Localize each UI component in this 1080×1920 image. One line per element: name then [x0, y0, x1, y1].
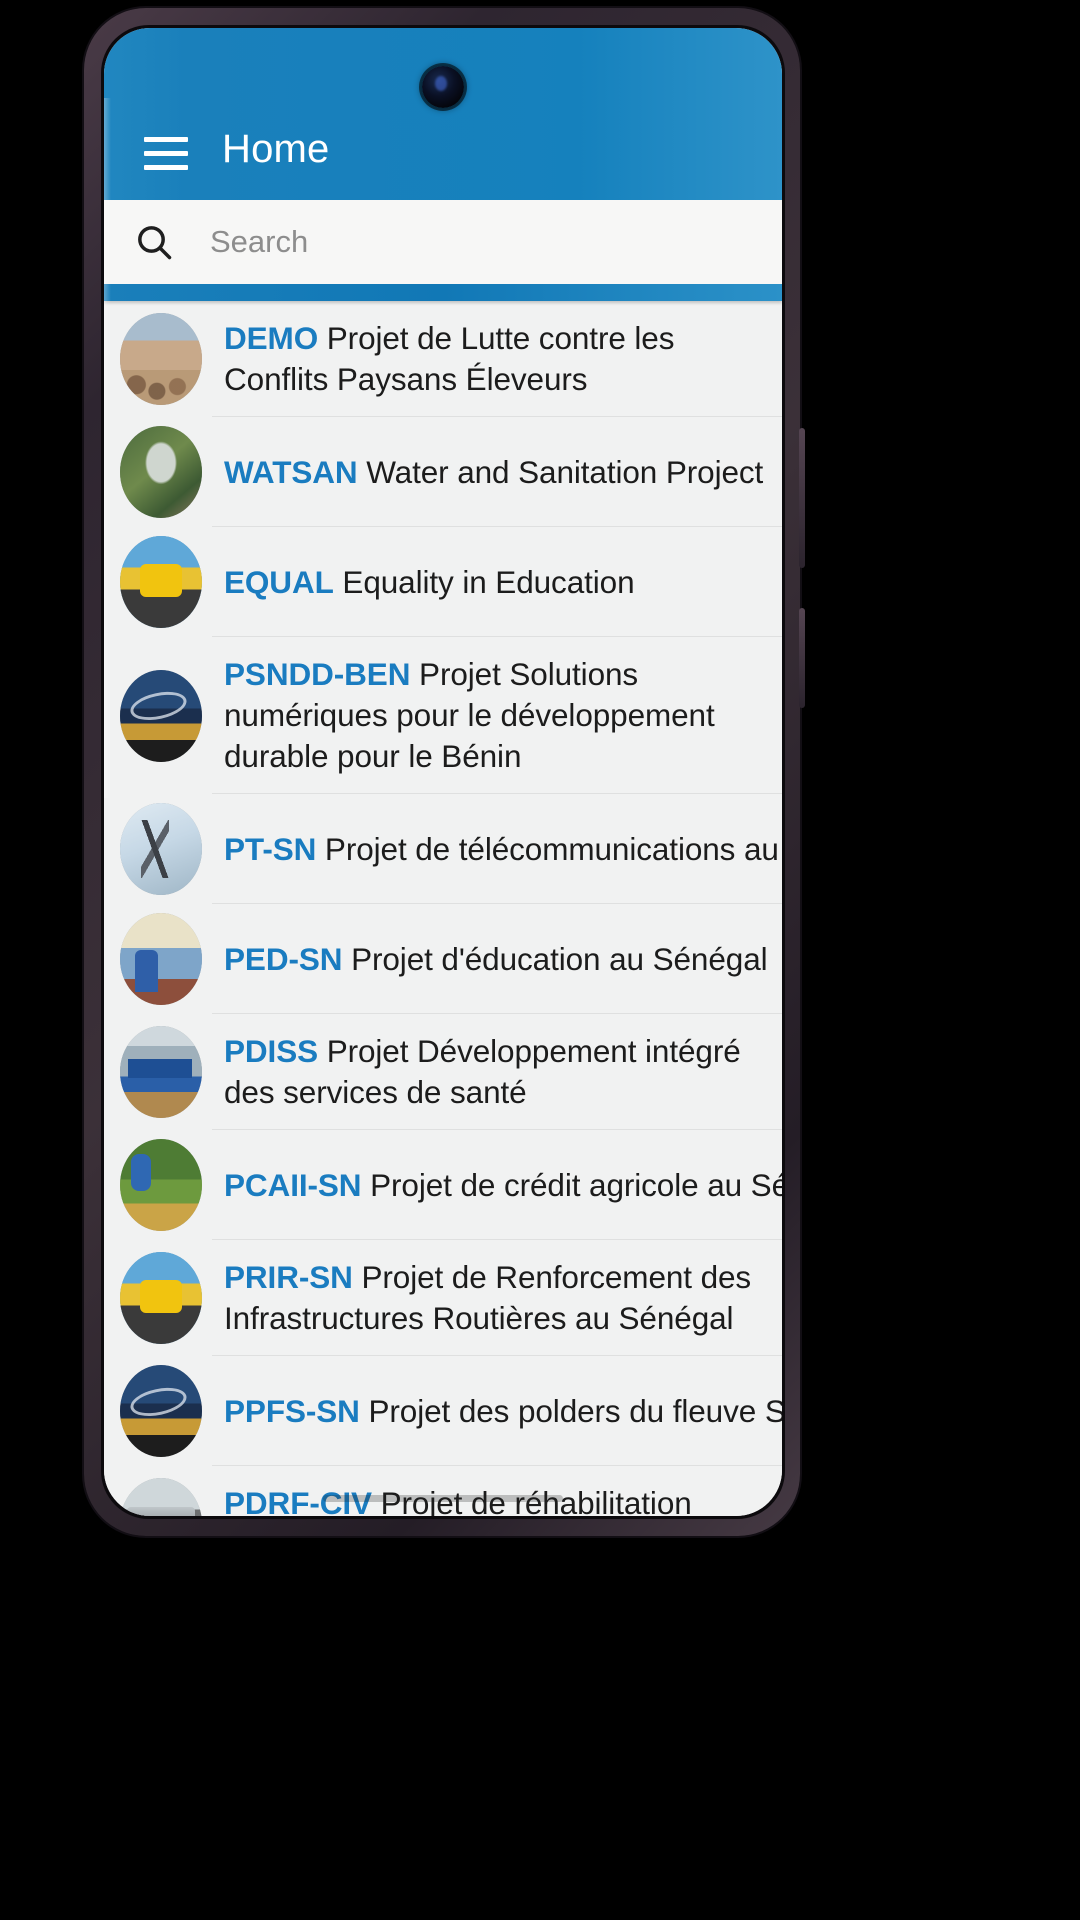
project-thumbnail-watsan — [120, 426, 202, 518]
project-thumbnail-image — [120, 913, 202, 1005]
project-list-item[interactable]: WATSAN Water and Sanitation Project — [104, 417, 782, 527]
project-list-item[interactable]: PDISS Projet Développement intégré des s… — [104, 1014, 782, 1130]
project-list[interactable]: DEMO Projet de Lutte contre les Conflits… — [104, 301, 782, 1516]
project-item-text: WATSAN Water and Sanitation Project — [224, 435, 782, 510]
phone-bezel: Home DEMO Projet de Lutte contre les Con… — [101, 25, 785, 1519]
project-code: WATSAN — [224, 453, 358, 490]
project-code: PT-SN — [224, 830, 317, 867]
project-item-text: PDRF-CIV Projet de réhabilitation ferrov… — [224, 1466, 782, 1516]
project-thumbnail-image — [120, 536, 202, 628]
accent-divider — [104, 284, 782, 301]
project-item-text: EQUAL Equality in Education — [224, 545, 782, 620]
project-list-item[interactable]: PT-SN Projet de télécommunications au Sé… — [104, 794, 782, 904]
project-title: Projet d'éducation au Sénégal — [351, 940, 768, 977]
phone-power-button[interactable] — [799, 608, 805, 708]
project-list-item[interactable]: PED-SN Projet d'éducation au Sénégal — [104, 904, 782, 1014]
project-list-item[interactable]: PPFS-SN Projet des polders du fleuve Sén… — [104, 1356, 782, 1466]
project-title: Projet de crédit agricole au Sénégal — [370, 1166, 782, 1203]
project-code: PDISS — [224, 1033, 319, 1069]
project-thumbnail-image — [120, 1139, 202, 1231]
page-title: Home — [222, 127, 330, 171]
project-title: Projet des polders du fleuve Sénégal — [368, 1392, 782, 1429]
project-item-text: PDISS Projet Développement intégré des s… — [224, 1014, 782, 1130]
project-thumbnail-psndd-ben — [120, 669, 202, 762]
project-code: PSNDD-BEN — [224, 656, 411, 692]
project-item-text: PED-SN Projet d'éducation au Sénégal — [224, 922, 782, 997]
project-item-text: PSNDD-BEN Projet Solutions numériques po… — [224, 637, 782, 794]
project-list-item[interactable]: PRIR-SN Projet de Renforcement des Infra… — [104, 1240, 782, 1356]
home-indicator — [323, 1495, 563, 1502]
project-thumbnail-image — [120, 1026, 202, 1118]
project-thumbnail-pcaii-sn — [120, 1139, 202, 1231]
project-item-text: PRIR-SN Projet de Renforcement des Infra… — [224, 1240, 782, 1356]
project-list-clip: DEMO Projet de Lutte contre les Conflits… — [104, 301, 782, 1516]
project-code: PPFS-SN — [224, 1392, 360, 1429]
project-list-item[interactable]: PSNDD-BEN Projet Solutions numériques po… — [104, 637, 782, 794]
project-thumbnail-image — [120, 1478, 202, 1516]
project-thumbnail-ppfs-sn — [120, 1365, 202, 1457]
project-thumbnail-image — [120, 1365, 202, 1457]
search-bar — [104, 200, 782, 284]
project-item-text: PPFS-SN Projet des polders du fleuve Sén… — [224, 1374, 782, 1449]
project-thumbnail-ped-sn — [120, 913, 202, 1005]
project-code: DEMO — [224, 320, 319, 356]
project-thumbnail-pt-sn — [120, 803, 202, 895]
project-thumbnail-prir-sn — [120, 1252, 202, 1344]
project-thumbnail-pdiss — [120, 1026, 202, 1118]
app-bar: Home — [104, 28, 782, 200]
project-list-item[interactable]: PCAII-SN Projet de crédit agricole au Sé… — [104, 1130, 782, 1240]
project-list-item[interactable]: PDRF-CIV Projet de réhabilitation ferrov… — [104, 1466, 782, 1516]
project-list-item[interactable]: EQUAL Equality in Education — [104, 527, 782, 637]
project-list-item[interactable]: DEMO Projet de Lutte contre les Conflits… — [104, 301, 782, 417]
phone-mockup-frame: Home DEMO Projet de Lutte contre les Con… — [84, 8, 805, 1536]
menu-bar-1 — [144, 136, 188, 142]
project-code: PED-SN — [224, 940, 343, 977]
search-icon[interactable] — [130, 218, 178, 266]
project-thumbnail-image — [120, 1252, 202, 1344]
project-code: PCAII-SN — [224, 1166, 362, 1203]
project-title: Water and Sanitation Project — [366, 453, 764, 490]
project-thumbnail-image — [120, 803, 202, 895]
project-item-text: PT-SN Projet de télécommunications au Sé… — [224, 812, 782, 887]
project-thumbnail-image — [120, 669, 202, 762]
project-thumbnail-image — [120, 313, 202, 405]
project-code: EQUAL — [224, 563, 334, 600]
project-thumbnail-equal — [120, 536, 202, 628]
project-item-text: DEMO Projet de Lutte contre les Conflits… — [224, 301, 782, 417]
project-code: PRIR-SN — [224, 1259, 353, 1295]
phone-volume-button[interactable] — [799, 428, 805, 568]
project-thumbnail-demo — [120, 313, 202, 405]
project-item-text: PCAII-SN Projet de crédit agricole au Sé… — [224, 1148, 782, 1223]
front-camera-icon — [422, 66, 464, 108]
menu-bar-2 — [144, 150, 188, 156]
project-thumbnail-image — [120, 426, 202, 518]
project-thumbnail-pdrf-civ — [120, 1478, 202, 1516]
search-input[interactable] — [210, 224, 782, 260]
hamburger-menu-icon[interactable] — [118, 122, 214, 184]
project-title: Projet de télécommunications au Sénégal — [324, 830, 782, 867]
project-title: Equality in Education — [342, 563, 635, 600]
menu-bar-3 — [144, 164, 188, 170]
phone-screen: Home DEMO Projet de Lutte contre les Con… — [104, 28, 782, 1516]
